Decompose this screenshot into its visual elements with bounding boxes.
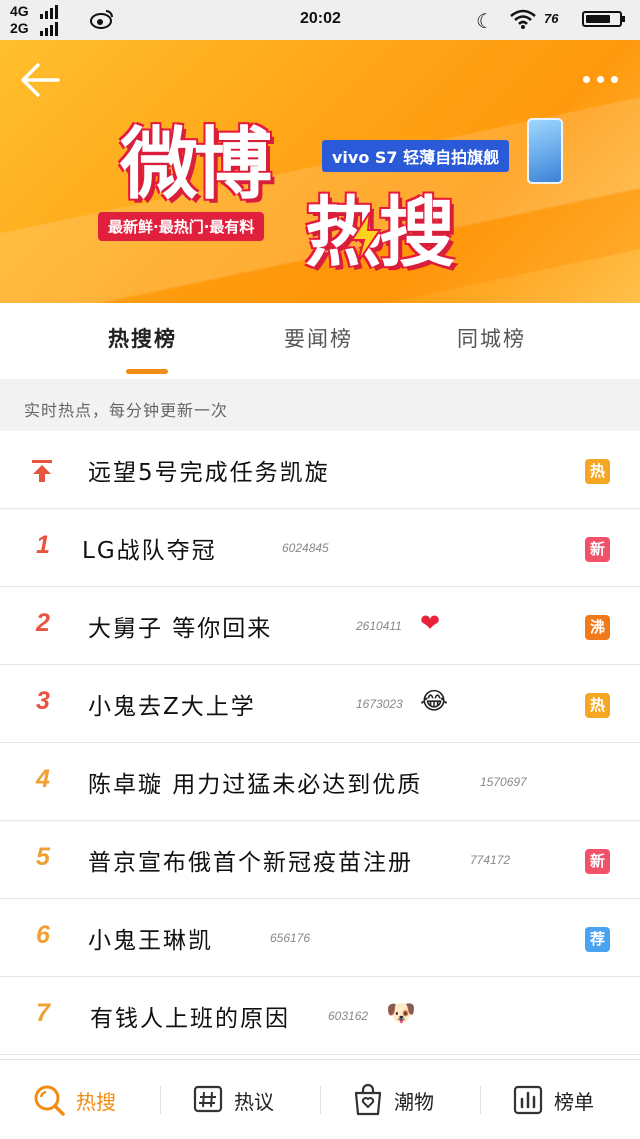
bar-chart-icon (513, 1085, 543, 1115)
tab-hot-search[interactable]: 热搜榜 (108, 323, 177, 353)
nav-label: 潮物 (394, 1089, 434, 1114)
rank-number: 1 (36, 531, 50, 559)
search-count: 1673023 (356, 697, 403, 711)
nav-label: 榜单 (554, 1089, 594, 1114)
back-arrow-icon[interactable] (18, 60, 62, 100)
pin-top-icon (32, 460, 52, 482)
tab-local[interactable]: 同城榜 (457, 323, 526, 353)
doge-emoji-icon: 🐶 (386, 999, 416, 1027)
hashtag-icon (193, 1085, 223, 1113)
topic-title: 陈卓璇 用力过猛未必达到优质 (88, 772, 423, 798)
nav-discussion[interactable]: 热议 (192, 1082, 274, 1118)
topic-title: LG战队夺冠 (82, 538, 217, 564)
banner-slogan: 最新鲜·最热门·最有料 (98, 212, 265, 241)
hot-search-row-pinned[interactable]: 远望5号完成任务凯旋 热 (0, 431, 640, 509)
clock: 20:02 (300, 10, 341, 27)
rank-number: 5 (36, 843, 50, 871)
sponsor-label[interactable]: vivo S7 轻薄自拍旗舰 (322, 140, 510, 172)
nav-divider (160, 1086, 161, 1114)
battery-fill (586, 15, 611, 23)
nav-divider (320, 1086, 321, 1114)
search-count: 603162 (328, 1009, 369, 1023)
nav-rankings[interactable]: 榜单 (512, 1082, 594, 1118)
rank-number: 7 (36, 999, 50, 1027)
topic-title: 普京宣布俄首个新冠疫苗注册 (88, 850, 413, 876)
nav-divider (480, 1086, 481, 1114)
bottom-nav: 热搜 热议 潮物 榜单 (0, 1059, 640, 1139)
topic-title: 远望5号完成任务凯旋 (88, 460, 330, 486)
hot-search-list: 远望5号完成任务凯旋 热 1 LG战队夺冠 6024845 新 2 大舅子 等你… (0, 431, 640, 1059)
network-type-1: 4G (10, 3, 29, 19)
search-count: 656176 (270, 931, 311, 945)
more-options-icon[interactable] (583, 76, 618, 83)
search-icon (34, 1085, 65, 1116)
rank-number: 6 (36, 921, 50, 949)
search-count: 774172 (470, 853, 511, 867)
search-count: 6024845 (282, 541, 329, 555)
moon-icon: ☾ (476, 11, 494, 33)
laughing-emoji-icon: 😂 (420, 687, 449, 715)
topic-title: 小鬼王琳凯 (88, 928, 213, 954)
hot-search-row[interactable]: 7 有钱人上班的原因 603162 🐶 (0, 977, 640, 1055)
phone-image (527, 118, 563, 184)
new-badge: 新 (585, 537, 610, 562)
network-type-2: 2G (10, 20, 29, 36)
nav-label: 热搜 (76, 1089, 116, 1114)
ranking-tabs: 热搜榜 要闻榜 同城榜 (0, 303, 640, 379)
list-subheader: 实时热点，每分钟更新一次 (0, 379, 640, 431)
tab-news[interactable]: 要闻榜 (284, 323, 353, 353)
nav-label: 热议 (234, 1089, 274, 1114)
hot-badge: 热 (585, 459, 610, 484)
status-bar: 4G 2G 20:02 ☾ 76 (0, 0, 640, 40)
search-count: 2610411 (356, 619, 402, 633)
new-badge: 新 (585, 849, 610, 874)
hot-search-row[interactable]: 2 大舅子 等你回来 2610411 ❤ 沸 (0, 587, 640, 665)
hot-search-row[interactable]: 6 小鬼王琳凯 656176 荐 (0, 899, 640, 977)
rank-number: 3 (36, 687, 50, 715)
wifi-icon (510, 9, 536, 29)
rank-number: 2 (36, 609, 50, 637)
subheader-text: 实时热点，每分钟更新一次 (24, 401, 229, 420)
signal-icon (40, 5, 58, 36)
search-count: 1570697 (480, 775, 527, 789)
hot-search-banner: 微博 热搜 vivo S7 轻薄自拍旗舰 最新鲜·最热门·最有料 (0, 40, 640, 303)
active-tab-indicator (126, 369, 168, 374)
topic-title: 大舅子 等你回来 (88, 616, 273, 642)
topic-title: 有钱人上班的原因 (90, 1006, 290, 1032)
hot-search-row[interactable]: 1 LG战队夺冠 6024845 新 (0, 509, 640, 587)
weibo-icon (90, 10, 113, 29)
shopping-bag-icon (354, 1083, 382, 1116)
heart-emoji-icon: ❤ (420, 609, 441, 637)
hot-search-row[interactable]: 5 普京宣布俄首个新冠疫苗注册 774172 新 (0, 821, 640, 899)
banner-title-weibo: 微博 (120, 119, 272, 210)
hot-search-row[interactable]: 3 小鬼去Z大上学 1673023 😂 热 (0, 665, 640, 743)
battery-icon (582, 11, 625, 27)
hot-badge: 热 (585, 693, 610, 718)
lightning-icon (350, 212, 382, 262)
network-indicator: 4G 2G (10, 3, 29, 37)
nav-trends[interactable]: 潮物 (352, 1082, 434, 1118)
hot-search-row[interactable]: 4 陈卓璇 用力过猛未必达到优质 1570697 (0, 743, 640, 821)
recommend-badge: 荐 (585, 927, 610, 952)
battery-percent: 76 (544, 11, 559, 26)
boiling-badge: 沸 (585, 615, 610, 640)
rank-number: 4 (36, 765, 50, 793)
nav-hot-search[interactable]: 热搜 (32, 1082, 116, 1118)
topic-title: 小鬼去Z大上学 (88, 694, 256, 720)
